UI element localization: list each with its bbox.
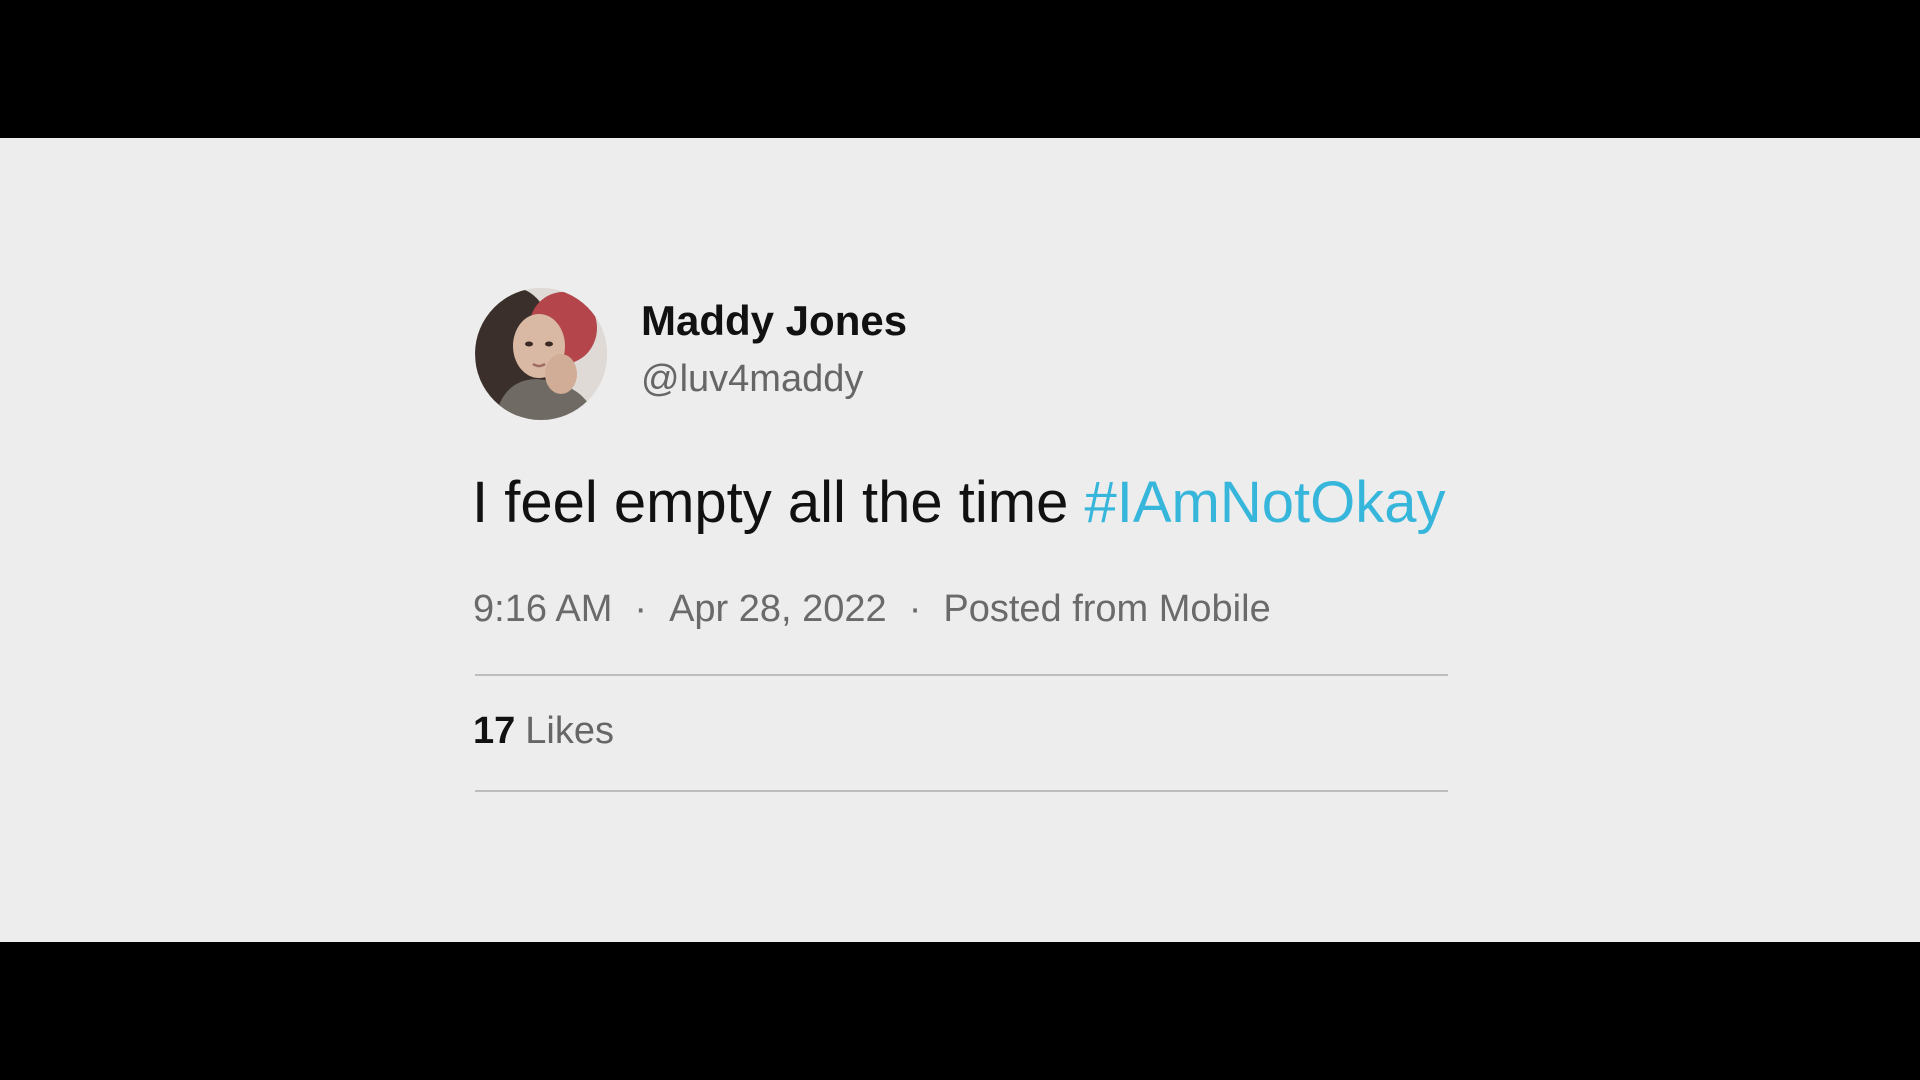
tweet-date[interactable]: Apr 28, 2022 bbox=[669, 588, 887, 630]
avatar[interactable] bbox=[475, 288, 607, 420]
tweet-card: Maddy Jones @luv4maddy I feel empty all … bbox=[0, 138, 1920, 942]
display-name[interactable]: Maddy Jones bbox=[641, 300, 907, 342]
likes-stat[interactable]: 17 Likes bbox=[473, 712, 614, 750]
letterbox-bottom bbox=[0, 942, 1920, 1080]
user-handle[interactable]: @luv4maddy bbox=[641, 360, 863, 398]
divider-bottom bbox=[475, 790, 1448, 792]
letterbox-top bbox=[0, 0, 1920, 138]
tweet-body: I feel empty all the time bbox=[472, 470, 1069, 535]
tweet-text: I feel empty all the time #IAmNotOkay bbox=[472, 474, 1446, 532]
meta-separator: · bbox=[634, 588, 648, 630]
likes-label: Likes bbox=[525, 710, 614, 752]
tweet-meta: 9:16 AM · Apr 28, 2022 · Posted from Mobile bbox=[473, 590, 1271, 628]
hashtag-link[interactable]: #IAmNotOkay bbox=[1085, 470, 1446, 535]
meta-separator: · bbox=[908, 588, 922, 630]
divider-top bbox=[475, 674, 1448, 676]
likes-count: 17 bbox=[473, 710, 516, 752]
avatar-photo-icon bbox=[475, 288, 607, 420]
tweet-time[interactable]: 9:16 AM bbox=[473, 588, 612, 630]
tweet-source: Posted from Mobile bbox=[943, 588, 1271, 630]
